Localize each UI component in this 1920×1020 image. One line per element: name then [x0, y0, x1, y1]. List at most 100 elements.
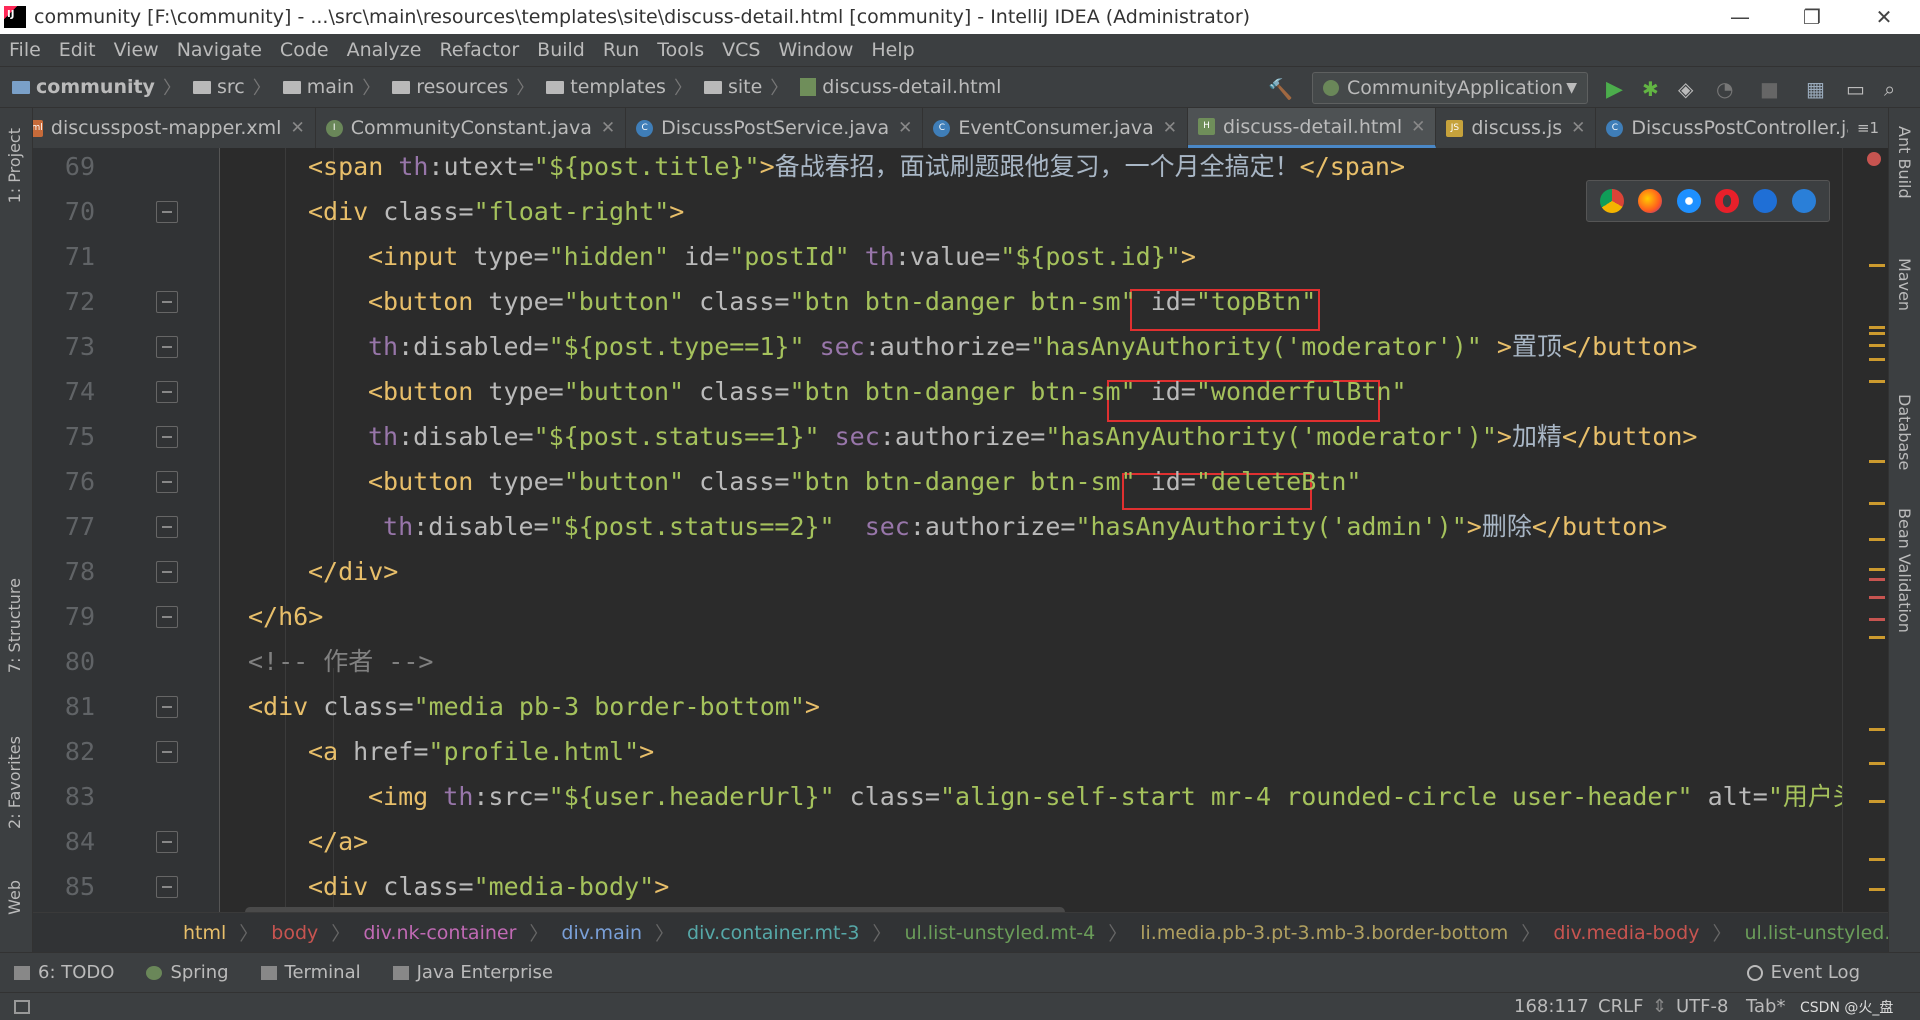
profiler-icon[interactable]: ◔	[1716, 77, 1733, 101]
path-crumb[interactable]: div.container.mt-3	[674, 922, 872, 944]
path-crumb[interactable]: ul.list-unstyled.mt-4	[891, 922, 1108, 944]
close-tab-icon[interactable]: ✕	[1163, 118, 1177, 138]
nav-crumb[interactable]: templates 〉	[534, 74, 692, 100]
tool-project[interactable]: 1: Project	[5, 128, 24, 203]
menu-navigate[interactable]: Navigate	[168, 39, 271, 61]
path-crumb[interactable]: div.main	[548, 922, 655, 944]
tool-windows-bar: 6: TODO Spring Terminal Java Enterprise …	[0, 952, 1920, 992]
minimize-button[interactable]: —	[1704, 0, 1776, 34]
close-button[interactable]: ✕	[1848, 0, 1920, 34]
coverage-icon[interactable]: ◈	[1678, 77, 1693, 101]
debug-icon[interactable]: ✱	[1642, 77, 1659, 101]
tab-discusspostservice-java[interactable]: C DiscussPostService.java ✕	[626, 108, 924, 148]
menu-refactor[interactable]: Refactor	[430, 39, 528, 61]
chevron-down-icon: ▼	[1566, 80, 1577, 96]
run-configuration-label: CommunityApplication	[1347, 77, 1564, 99]
close-tab-icon[interactable]: ✕	[1571, 118, 1585, 138]
close-tab-icon[interactable]: ✕	[898, 118, 912, 138]
menu-run[interactable]: Run	[594, 39, 648, 61]
tool-favorites[interactable]: 2: Favorites	[5, 736, 24, 829]
tab-eventconsumer-java[interactable]: C EventConsumer.java ✕	[923, 108, 1189, 148]
stop-icon[interactable]: ■	[1760, 77, 1779, 101]
fold-marker-icon[interactable]	[156, 876, 178, 898]
menu-code[interactable]: Code	[271, 39, 338, 61]
file-encoding[interactable]: UTF-8	[1676, 996, 1728, 1017]
tab-discusspost-mapper-xml[interactable]: xml discusspost-mapper.xml ✕	[16, 108, 316, 148]
tool-java-enterprise[interactable]: Java Enterprise	[392, 962, 553, 983]
fold-marker-icon[interactable]	[156, 471, 178, 493]
error-stripe[interactable]	[1842, 148, 1888, 912]
tool-terminal[interactable]: Terminal	[260, 962, 361, 983]
run-configuration-select[interactable]: CommunityApplication ▼	[1312, 72, 1588, 104]
close-tab-icon[interactable]: ✕	[601, 118, 615, 138]
project-structure-icon[interactable]: ▦	[1806, 77, 1825, 101]
fold-marker-icon[interactable]	[156, 291, 178, 313]
menu-help[interactable]: Help	[862, 39, 923, 61]
tab-communityconstant-java[interactable]: I CommunityConstant.java ✕	[316, 108, 627, 148]
nav-crumb[interactable]: community 〉	[0, 74, 181, 100]
menu-analyze[interactable]: Analyze	[338, 39, 431, 61]
tab-discuss-detail-html[interactable]: Hdiscuss-detail.html ✕	[1188, 108, 1437, 148]
tool-web[interactable]: Web	[5, 880, 24, 915]
tool-structure[interactable]: 7: Structure	[5, 578, 24, 673]
nav-crumb[interactable]: src 〉	[181, 74, 271, 100]
indent-setting[interactable]: Tab*	[1746, 996, 1785, 1017]
tool-todo[interactable]: 6: TODO	[14, 962, 114, 983]
path-crumb[interactable]: div.media-body	[1540, 922, 1712, 944]
search-icon[interactable]: ⌕	[1884, 77, 1895, 101]
build-hammer-icon[interactable]: 🔨	[1268, 77, 1293, 101]
path-crumb[interactable]: div.nk-container	[350, 922, 529, 944]
tool-ant-build[interactable]: Ant Build	[1895, 126, 1914, 199]
code-editor[interactable]: <span th:utext="${post.title}">备战春招，面试刷题…	[220, 148, 1842, 912]
nav-crumb[interactable]: site 〉	[692, 74, 788, 100]
toggle-tool-windows-icon[interactable]	[14, 999, 30, 1014]
opera-icon[interactable]	[1715, 189, 1740, 213]
caret-position[interactable]: 168:117	[1514, 996, 1589, 1017]
internet-explorer-icon[interactable]	[1753, 189, 1778, 213]
nav-crumb[interactable]: discuss-detail.html	[788, 76, 1001, 98]
path-crumb[interactable]: html	[33, 922, 239, 944]
fold-marker-icon[interactable]	[156, 201, 178, 223]
tool-spring[interactable]: Spring	[146, 962, 229, 983]
nav-crumb[interactable]: main 〉	[271, 74, 380, 100]
fold-marker-icon[interactable]	[156, 516, 178, 538]
menu-vcs[interactable]: VCS	[713, 39, 769, 61]
fold-marker-icon[interactable]	[156, 606, 178, 628]
nav-crumb[interactable]: resources 〉	[380, 74, 534, 100]
error-indicator-icon[interactable]	[1867, 152, 1881, 166]
fold-marker-icon[interactable]	[156, 381, 178, 403]
maximize-button[interactable]: ❐	[1776, 0, 1848, 34]
path-crumb[interactable]: li.media.pb-3.pt-3.mb-3.border-bottom	[1127, 922, 1521, 944]
chrome-icon[interactable]	[1600, 189, 1625, 213]
fold-marker-icon[interactable]	[156, 426, 178, 448]
menu-edit[interactable]: Edit	[50, 39, 105, 61]
safari-icon[interactable]	[1676, 189, 1701, 213]
menu-view[interactable]: View	[105, 39, 168, 61]
path-crumb[interactable]: body	[258, 922, 331, 944]
menu-file[interactable]: File	[0, 39, 50, 61]
close-tab-icon[interactable]: ✕	[1411, 117, 1425, 137]
fold-marker-icon[interactable]	[156, 831, 178, 853]
fold-marker-icon[interactable]	[156, 741, 178, 763]
fold-marker-icon[interactable]	[156, 561, 178, 583]
code-token: alt=	[1707, 782, 1768, 811]
line-number: 75	[64, 422, 95, 451]
menu-tools[interactable]: Tools	[648, 39, 713, 61]
tab-discuss-js[interactable]: JS discuss.js ✕	[1436, 108, 1597, 148]
menu-build[interactable]: Build	[528, 39, 594, 61]
tool-bean-validation[interactable]: Bean Validation	[1895, 508, 1914, 633]
layout-icon[interactable]: ▭	[1846, 77, 1865, 101]
menu-window[interactable]: Window	[769, 39, 862, 61]
event-log-button[interactable]: Event Log	[1746, 962, 1860, 983]
tab-overflow-button[interactable]: ≡1	[1848, 108, 1888, 148]
tool-database[interactable]: Database	[1895, 394, 1914, 470]
edge-icon[interactable]	[1791, 189, 1816, 213]
tool-maven[interactable]: Maven	[1895, 258, 1914, 311]
line-separator[interactable]: CRLF	[1598, 996, 1643, 1017]
path-crumb[interactable]: ul.list-unstyled.mt-4.bg-gray.p-3.fo	[1732, 922, 1888, 944]
run-icon[interactable]: ▶	[1606, 77, 1623, 102]
fold-marker-icon[interactable]	[156, 336, 178, 358]
firefox-icon[interactable]	[1638, 189, 1663, 213]
fold-marker-icon[interactable]	[156, 696, 178, 718]
close-tab-icon[interactable]: ✕	[290, 118, 304, 138]
